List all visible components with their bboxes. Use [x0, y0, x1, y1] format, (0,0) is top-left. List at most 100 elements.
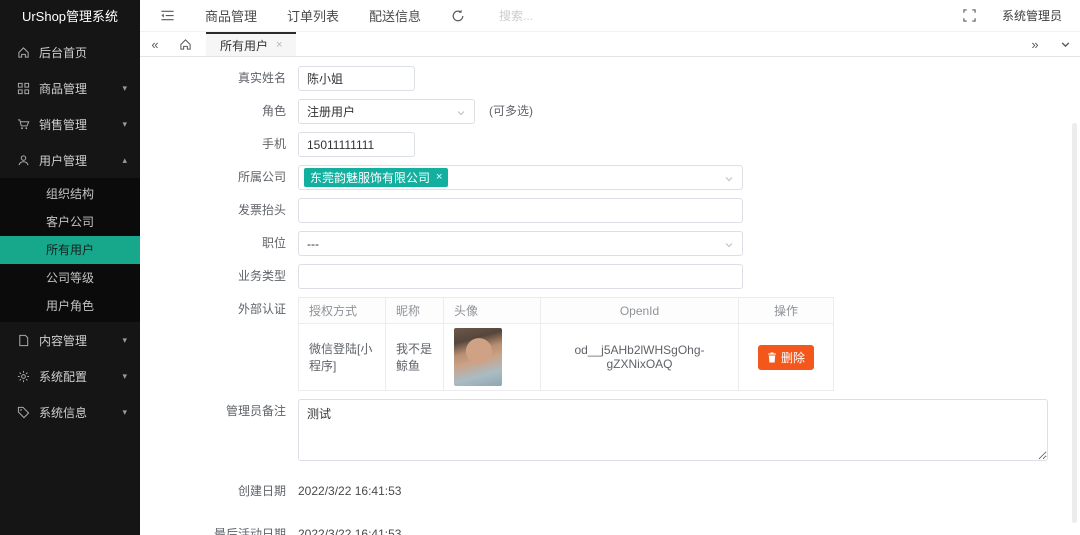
cart-icon: [16, 117, 30, 131]
field-label: 所属公司: [237, 170, 286, 184]
users-submenu: 组织结构 客户公司 所有用户 公司等级 用户角色: [0, 178, 140, 322]
sidebar-item-users[interactable]: 用户管理 ▴: [0, 142, 140, 178]
company-tag-label: 东莞韵魅服饰有限公司: [310, 171, 431, 185]
sidebar-item-label: 用户管理: [39, 153, 88, 168]
company-select[interactable]: 东莞韵魅服饰有限公司 ×: [298, 165, 743, 190]
sidebar-item-products[interactable]: 商品管理 ▾: [0, 70, 140, 106]
sidebar-subitem-org-structure[interactable]: 组织结构: [0, 180, 140, 208]
avatar-cell: [443, 323, 541, 391]
sidebar-subitem-all-users[interactable]: 所有用户: [0, 236, 140, 264]
tabs-overflow-icon[interactable]: »: [1020, 37, 1050, 52]
sidebar-subitem-customer-company[interactable]: 客户公司: [0, 208, 140, 236]
field-company: 所属公司 东莞韵魅服饰有限公司 ×: [140, 165, 1080, 190]
table-header-row: 授权方式 昵称 头像 OpenId 操作: [298, 297, 834, 324]
topnav-link-products[interactable]: 商品管理: [205, 6, 257, 25]
topbar-right: 系统管理员: [963, 7, 1062, 24]
invoice-title-input[interactable]: [298, 198, 743, 223]
field-label: 角色: [261, 104, 286, 118]
field-invoice-title: 发票抬头: [140, 198, 1080, 223]
field-label: 创建日期: [237, 484, 286, 498]
tabbar-right: »: [1020, 32, 1080, 56]
last-active-date-value: 2022/3/22 16:41:53: [298, 527, 402, 535]
search-input[interactable]: [499, 8, 640, 23]
field-phone: 手机: [140, 132, 1080, 157]
role-select-value: 注册用户: [307, 105, 356, 119]
sidebar-item-sales[interactable]: 销售管理 ▾: [0, 106, 140, 142]
user-detail-form: 真实姓名 角色 注册用户 (可多选) 手机 所属公司: [140, 57, 1080, 535]
delete-auth-button[interactable]: 删除: [757, 344, 814, 370]
chevron-up-icon: ▴: [122, 154, 127, 165]
table-row: 微信登陆[小程序] 我不是鲸鱼 od__j5AHb2lWHSgOhg-gZXNi…: [298, 323, 834, 391]
menu-fold-icon[interactable]: [160, 8, 175, 23]
tab-close-icon[interactable]: ×: [276, 39, 282, 51]
role-select[interactable]: 注册用户: [298, 99, 475, 124]
field-label: 业务类型: [237, 269, 286, 283]
chevron-down-icon: ▾: [122, 118, 127, 129]
created-date-value: 2022/3/22 16:41:53: [298, 484, 402, 498]
field-label: 发票抬头: [237, 203, 286, 217]
sidebar-subitem-company-level[interactable]: 公司等级: [0, 264, 140, 292]
tag-close-icon[interactable]: ×: [436, 172, 442, 183]
app-root: UrShop管理系统 后台首页 商品管理 ▾ 销售管理 ▾ 用户管理 ▴ 组织结…: [0, 0, 1080, 535]
field-position: 职位 ---: [140, 231, 1080, 256]
col-auth-method: 授权方式: [298, 297, 386, 324]
topnav-link-delivery[interactable]: 配送信息: [369, 6, 421, 25]
sidebar-item-system-info[interactable]: 系统信息 ▾: [0, 394, 140, 430]
topnav-link-orders[interactable]: 订单列表: [287, 6, 339, 25]
field-business-type: 业务类型: [140, 264, 1080, 289]
collapse-tabs-icon[interactable]: «: [140, 32, 170, 56]
user-icon: [16, 153, 30, 167]
tab-label: 所有用户: [220, 38, 269, 53]
app-title: UrShop管理系统: [21, 9, 119, 24]
gear-icon: [16, 369, 30, 383]
nickname-cell: 我不是鲸鱼: [385, 323, 444, 391]
sidebar: UrShop管理系统 后台首页 商品管理 ▾ 销售管理 ▾ 用户管理 ▴ 组织结…: [0, 0, 140, 535]
trash-icon: [767, 352, 777, 363]
admin-note-textarea[interactable]: 测试: [298, 399, 1048, 461]
business-type-input[interactable]: [298, 264, 743, 289]
field-label: 外部认证: [237, 302, 286, 316]
main-area: 商品管理 订单列表 配送信息 系统管理员 « 所有用户 ×: [140, 0, 1080, 535]
field-label: 手机: [261, 137, 286, 151]
delete-button-label: 删除: [780, 350, 805, 365]
tabbar: « 所有用户 × »: [140, 32, 1080, 57]
tag-icon: [16, 405, 30, 419]
real-name-input[interactable]: [298, 66, 415, 91]
role-multi-hint: (可多选): [489, 104, 533, 118]
field-role: 角色 注册用户 (可多选): [140, 99, 1080, 124]
avatar: [454, 328, 502, 386]
sidebar-item-label: 商品管理: [39, 81, 88, 96]
tab-all-users[interactable]: 所有用户 ×: [206, 32, 297, 56]
chevron-down-icon: [724, 240, 734, 250]
chevron-down-icon: [456, 108, 466, 118]
col-actions: 操作: [738, 297, 834, 324]
field-real-name: 真实姓名: [140, 66, 1080, 91]
position-select[interactable]: ---: [298, 231, 743, 256]
sidebar-item-label: 销售管理: [39, 117, 88, 132]
field-label: 真实姓名: [237, 71, 286, 85]
grid-icon: [16, 81, 30, 95]
field-label: 最后活动日期: [213, 527, 286, 535]
chevron-down-icon: ▾: [122, 370, 127, 381]
phone-input[interactable]: [298, 132, 415, 157]
field-label: 管理员备注: [225, 404, 286, 418]
external-auth-table: 授权方式 昵称 头像 OpenId 操作 微信登陆[小程序] 我不是鲸鱼 od_…: [298, 297, 834, 391]
document-icon: [16, 333, 30, 347]
fullscreen-icon[interactable]: [963, 9, 976, 22]
home-tab-icon[interactable]: [170, 32, 200, 56]
vertical-scrollbar[interactable]: [1072, 123, 1077, 523]
sidebar-item-content[interactable]: 内容管理 ▾: [0, 322, 140, 358]
chevron-down-icon: [724, 174, 734, 184]
sidebar-item-system-config[interactable]: 系统配置 ▾: [0, 358, 140, 394]
home-icon: [16, 45, 30, 59]
admin-user-label[interactable]: 系统管理员: [1002, 7, 1062, 24]
sidebar-item-label: 系统配置: [39, 369, 88, 384]
col-openid: OpenId: [540, 297, 739, 324]
refresh-icon[interactable]: [451, 9, 465, 23]
sidebar-item-dashboard[interactable]: 后台首页: [0, 34, 140, 70]
field-external-auth: 外部认证 授权方式 昵称 头像 OpenId 操作 微信登陆[小程序] 我不是鲸…: [140, 297, 1080, 391]
sidebar-subitem-user-roles[interactable]: 用户角色: [0, 292, 140, 320]
tabs-menu-chevron-icon[interactable]: [1050, 39, 1080, 50]
field-created-date: 创建日期 2022/3/22 16:41:53: [140, 479, 1080, 504]
field-last-active-date: 最后活动日期 2022/3/22 16:41:53: [140, 522, 1080, 535]
